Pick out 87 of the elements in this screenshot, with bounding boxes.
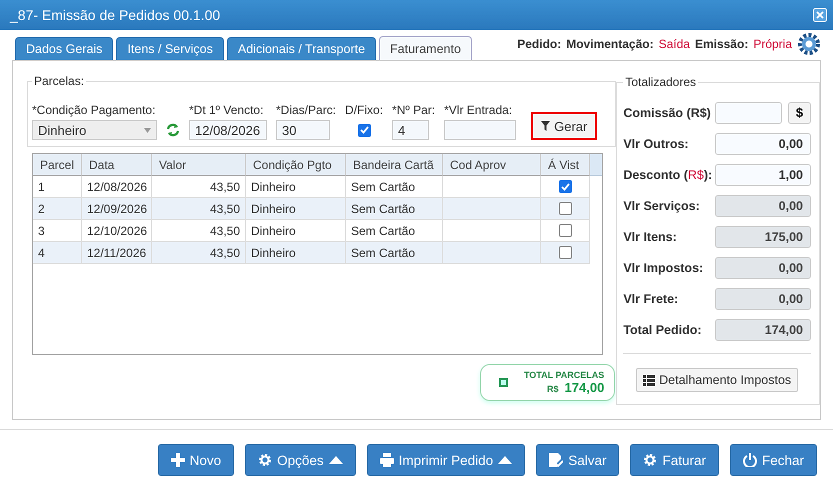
power-icon xyxy=(742,453,757,467)
amount-field: 175,00 xyxy=(715,226,811,248)
header-filler xyxy=(590,154,602,176)
total-label: Total Pedido: xyxy=(623,322,702,336)
table-cell: 2 xyxy=(33,198,82,220)
list-icon xyxy=(643,374,656,386)
amount-field[interactable]: 1,00 xyxy=(715,164,811,186)
section-legend: Totalizadores xyxy=(623,75,698,89)
field-label: *Nº Par: xyxy=(392,103,436,117)
plus-icon xyxy=(170,453,185,467)
table-cell: 43,50 xyxy=(152,242,246,264)
tax-details-button[interactable]: Detalhamento Impostos xyxy=(636,368,798,392)
info-label: Movimentação: xyxy=(566,37,654,51)
info-label: Pedido: xyxy=(517,37,562,51)
field-label: D/Fixo: xyxy=(345,103,384,117)
total-label: Vlr Frete: xyxy=(623,292,678,306)
caret-icon xyxy=(144,128,151,132)
table-cell: 12/11/2026 xyxy=(82,242,152,264)
field-label: *Dias/Parc: xyxy=(276,103,336,117)
gear-icon xyxy=(643,453,658,467)
currency-button[interactable]: $ xyxy=(788,102,811,124)
settings-icon[interactable] xyxy=(797,32,821,56)
checkbox[interactable] xyxy=(558,246,572,259)
toolbar-button[interactable]: Imprimir Pedido xyxy=(366,444,526,476)
tab[interactable]: Itens / Serviços xyxy=(116,37,224,60)
toolbar-button[interactable]: Opções xyxy=(245,444,356,476)
tab[interactable]: Faturamento xyxy=(379,36,472,60)
square-icon xyxy=(498,378,508,387)
table-cell: Dinheiro xyxy=(246,242,346,264)
section-legend: Parcelas: xyxy=(32,74,86,88)
column-header[interactable]: Cod Aprov xyxy=(443,154,541,176)
total-label: TOTAL PARCELAS xyxy=(524,370,604,380)
field-label: *Condição Pagamento: xyxy=(32,103,156,117)
amount-field: 0,00 xyxy=(715,256,811,278)
total-label: Comissão (R$) xyxy=(623,106,711,120)
filter-icon xyxy=(541,121,550,131)
column-header[interactable]: Data xyxy=(82,154,152,176)
toolbar-button[interactable]: Faturar xyxy=(630,444,719,476)
total-label: Desconto (R$): xyxy=(623,168,712,182)
payment-dropdown[interactable]: Dinheiro xyxy=(32,120,157,140)
tab[interactable]: Adicionais / Transporte xyxy=(226,37,376,60)
info-value: Saída xyxy=(658,37,690,51)
tab[interactable]: Dados Gerais xyxy=(15,37,114,60)
table-cell: 4 xyxy=(33,242,82,264)
total-label: Vlr Impostos: xyxy=(623,260,704,274)
info-label: Emissão: xyxy=(694,37,748,51)
column-header[interactable]: Á Vist xyxy=(541,154,590,176)
amount-field[interactable]: 0,00 xyxy=(715,132,811,154)
save-icon xyxy=(549,453,564,467)
count-field[interactable]: 4 xyxy=(392,120,430,140)
toolbar-button[interactable]: Novo xyxy=(158,444,234,476)
total-value: 174,00 xyxy=(564,380,604,395)
checkbox[interactable] xyxy=(558,180,572,193)
table-cell: Dinheiro xyxy=(246,198,346,220)
table-cell: Sem Cartão xyxy=(346,198,443,220)
column-header[interactable]: Valor xyxy=(152,154,246,176)
checkbox[interactable] xyxy=(558,202,572,215)
info-value: Própria xyxy=(753,37,792,51)
date-field[interactable]: 12/08/2026 xyxy=(189,120,267,140)
table-cell: 43,50 xyxy=(152,198,246,220)
close-icon[interactable] xyxy=(813,8,827,22)
days-field[interactable]: 30 xyxy=(276,120,330,140)
table-cell: 12/09/2026 xyxy=(82,198,152,220)
checkbox[interactable] xyxy=(558,224,572,237)
field-label: *Vlr Entrada: xyxy=(444,103,514,117)
table-cell: Sem Cartão xyxy=(346,242,443,264)
toolbar-button[interactable]: Salvar xyxy=(536,444,620,476)
column-header[interactable]: Bandeira Cartã xyxy=(346,154,443,176)
gear-icon xyxy=(258,453,272,467)
total-label: Vlr Serviços: xyxy=(623,198,700,212)
down-payment-field[interactable] xyxy=(444,120,516,140)
checkbox[interactable] xyxy=(358,124,371,136)
amount-field: 0,00 xyxy=(715,194,811,216)
printer-icon xyxy=(380,453,394,467)
generate-button[interactable]: Gerar xyxy=(531,112,598,140)
column-header[interactable]: Parcel xyxy=(33,154,82,176)
toolbar-button[interactable]: Fechar xyxy=(730,444,817,476)
window-title: _87- Emissão de Pedidos 00.1.00 xyxy=(10,7,220,23)
currency-label: R$ xyxy=(547,384,559,394)
refresh-icon[interactable] xyxy=(166,123,180,137)
total-label: Vlr Outros: xyxy=(623,136,689,150)
total-label: Vlr Itens: xyxy=(623,230,677,244)
field-label: *Dt 1º Vencto: xyxy=(189,103,264,117)
amount-field: 0,00 xyxy=(715,288,811,310)
amount-field[interactable] xyxy=(715,102,782,124)
column-header[interactable]: Condição Pgto xyxy=(246,154,346,176)
amount-field: 174,00 xyxy=(715,318,811,340)
